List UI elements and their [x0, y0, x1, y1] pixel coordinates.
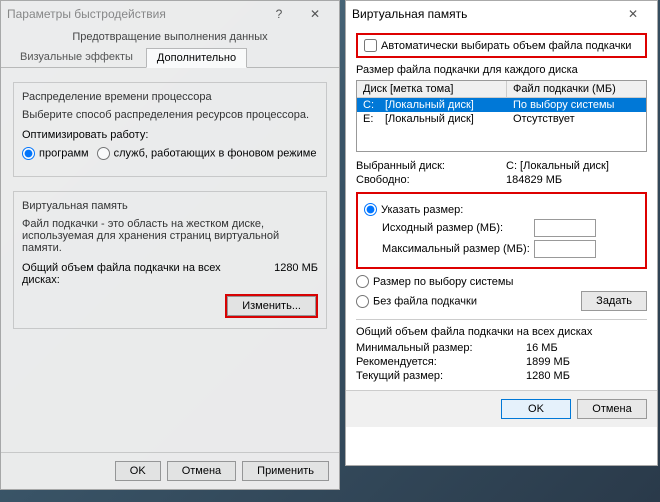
window-title: Параметры быстродействия: [7, 7, 166, 21]
titlebar-right: Виртуальная память ✕: [346, 1, 657, 27]
cpu-desc: Выберите способ распределения ресурсов п…: [22, 109, 318, 121]
left-bottom-buttons: OK Отмена Применить: [1, 452, 339, 489]
change-button-highlight: Изменить...: [225, 294, 318, 318]
max-size-input[interactable]: [534, 240, 596, 258]
cancel-button[interactable]: Отмена: [167, 461, 236, 481]
disk-list[interactable]: Диск [метка тома] Файл подкачки (МБ) C: …: [356, 80, 647, 152]
max-size-label: Максимальный размер (МБ):: [364, 243, 534, 255]
close-icon[interactable]: ✕: [297, 3, 333, 25]
vm-heading: Виртуальная память: [22, 200, 318, 212]
radio-custom-size[interactable]: Указать размер:: [364, 203, 639, 216]
right-content: Автоматически выбирать объем файла подка…: [346, 27, 657, 390]
min-size-label: Минимальный размер:: [356, 342, 526, 354]
optimize-label: Оптимизировать работу:: [22, 129, 318, 141]
change-button[interactable]: Изменить...: [227, 296, 316, 316]
recommended-value: 1899 МБ: [526, 356, 570, 368]
selected-disk-value: C: [Локальный диск]: [506, 160, 647, 172]
auto-manage-checkbox[interactable]: Автоматически выбирать объем файла подка…: [360, 37, 643, 54]
current-label: Текущий размер:: [356, 370, 526, 382]
initial-size-input[interactable]: [534, 219, 596, 237]
disk-list-header: Диск [метка тома] Файл подкачки (МБ): [357, 81, 646, 98]
vm-desc: Файл подкачки - это область на жестком д…: [22, 218, 318, 254]
vm-total-value: 1280 МБ: [274, 262, 318, 286]
right-bottom-buttons: OK Отмена: [346, 390, 657, 427]
vm-total-label: Общий объем файла подкачки на всех диска…: [22, 262, 222, 286]
initial-size-label: Исходный размер (МБ):: [364, 222, 534, 234]
min-size-value: 16 МБ: [526, 342, 558, 354]
selected-disk-label: Выбранный диск:: [356, 160, 506, 172]
free-space-value: 184829 МБ: [506, 174, 647, 186]
radio-system-managed[interactable]: Размер по выбору системы: [356, 275, 647, 288]
window-title: Виртуальная память: [352, 7, 467, 21]
radio-services[interactable]: служб, работающих в фоновом режиме: [97, 147, 317, 160]
custom-size-highlight: Указать размер: Исходный размер (МБ): Ма…: [356, 192, 647, 269]
ok-button[interactable]: OK: [501, 399, 571, 419]
dep-tab-label[interactable]: Предотвращение выполнения данных: [1, 27, 339, 47]
auto-checkbox-highlight: Автоматически выбирать объем файла подка…: [356, 33, 647, 58]
disk-list-heading: Размер файла подкачки для каждого диска: [356, 64, 647, 76]
set-button[interactable]: Задать: [581, 291, 647, 311]
tab-visual-effects[interactable]: Визуальные эффекты: [9, 47, 144, 67]
close-icon[interactable]: ✕: [615, 3, 651, 25]
disk-row[interactable]: E: [Локальный диск] Отсутствует: [357, 112, 646, 126]
free-space-label: Свободно:: [356, 174, 506, 186]
radio-programs[interactable]: программ: [22, 147, 89, 160]
performance-options-window: Параметры быстродействия ? ✕ Предотвраще…: [0, 0, 340, 490]
col-pagefile-label: Файл подкачки (МБ): [507, 81, 646, 97]
vm-groupbox: Виртуальная память Файл подкачки - это о…: [13, 191, 327, 329]
recommended-label: Рекомендуется:: [356, 356, 526, 368]
tabstrip: Визуальные эффекты Дополнительно: [1, 47, 339, 68]
col-drive-label: Диск [метка тома]: [357, 81, 507, 97]
apply-button[interactable]: Применить: [242, 461, 329, 481]
virtual-memory-window: Виртуальная память ✕ Автоматически выбир…: [345, 0, 658, 466]
left-content: Распределение времени процессора Выберит…: [1, 68, 339, 452]
cancel-button[interactable]: Отмена: [577, 399, 647, 419]
cpu-groupbox: Распределение времени процессора Выберит…: [13, 82, 327, 177]
titlebar-left: Параметры быстродействия ? ✕: [1, 1, 339, 27]
disk-row-selected[interactable]: C: [Локальный диск] По выбору системы: [357, 98, 646, 112]
tab-advanced[interactable]: Дополнительно: [146, 48, 247, 68]
current-value: 1280 МБ: [526, 370, 570, 382]
radio-no-pagefile[interactable]: Без файла подкачки: [356, 295, 581, 308]
stats-heading: Общий объем файла подкачки на всех диска…: [356, 319, 647, 338]
ok-button[interactable]: OK: [115, 461, 161, 481]
cpu-heading: Распределение времени процессора: [22, 91, 318, 103]
close-icon[interactable]: ?: [261, 3, 297, 25]
